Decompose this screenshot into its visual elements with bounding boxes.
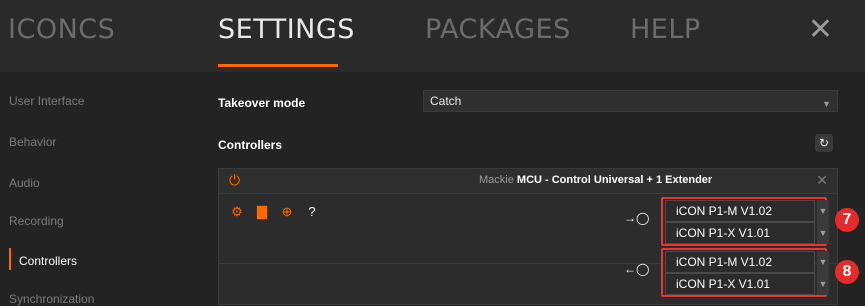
annotation-badge-8: 8 bbox=[835, 260, 859, 284]
speech-bubble-icon[interactable]: ▇ bbox=[253, 204, 271, 220]
tab-help[interactable]: HELP bbox=[630, 14, 701, 45]
midi-out-icon: ←◯ bbox=[624, 262, 650, 276]
chevron-down-icon: ▼ bbox=[817, 251, 829, 273]
controller-title: Mackie MCU - Control Universal + 1 Exten… bbox=[479, 174, 712, 186]
sidebar-item-audio[interactable]: Audio bbox=[9, 176, 40, 190]
crosshair-icon[interactable]: ⊕ bbox=[278, 204, 296, 220]
tab-settings[interactable]: SETTINGS bbox=[218, 14, 355, 45]
controller-model: MCU - Control Universal + 1 Extender bbox=[516, 174, 713, 186]
output-port-value-1: iCON P1-M V1.02 bbox=[676, 255, 773, 269]
help-icon[interactable]: ? bbox=[303, 204, 321, 220]
tab-iconcs[interactable]: ICONCS bbox=[8, 14, 115, 45]
close-icon[interactable]: ✕ bbox=[808, 12, 833, 47]
sidebar-item-recording[interactable]: Recording bbox=[9, 214, 64, 228]
midi-in-icon: →◯ bbox=[624, 211, 650, 225]
output-port-select-2[interactable]: iCON P1-X V1.01 ▼ bbox=[665, 273, 829, 295]
takeover-mode-label: Takeover mode bbox=[218, 96, 306, 110]
close-icon[interactable]: ✕ bbox=[816, 172, 828, 189]
settings-sidebar: User Interface Behavior Audio Recording … bbox=[0, 72, 205, 306]
input-port-select-2[interactable]: iCON P1-X V1.01 ▼ bbox=[665, 222, 829, 244]
chevron-down-icon: ▼ bbox=[817, 222, 829, 244]
chevron-down-icon: ▼ bbox=[817, 200, 829, 222]
controllers-label: Controllers bbox=[218, 138, 283, 152]
tab-packages[interactable]: PACKAGES bbox=[425, 14, 571, 45]
input-port-value-2: iCON P1-X V1.01 bbox=[676, 226, 771, 240]
active-tab-indicator bbox=[218, 64, 338, 67]
sidebar-active-marker bbox=[9, 248, 11, 270]
annotation-badge-7: 7 bbox=[835, 208, 859, 232]
takeover-mode-value: Catch bbox=[430, 94, 462, 108]
output-port-select-1[interactable]: iCON P1-M V1.02 ▼ bbox=[665, 251, 829, 273]
output-port-value-2: iCON P1-X V1.01 bbox=[676, 277, 771, 291]
top-bar: ICONCS SETTINGS PACKAGES HELP ✕ bbox=[0, 0, 865, 72]
gear-icon[interactable]: ⚙ bbox=[228, 204, 246, 220]
controller-panel-header: ⏻ Mackie MCU - Control Universal + 1 Ext… bbox=[219, 169, 837, 194]
input-port-value-1: iCON P1-M V1.02 bbox=[676, 204, 773, 218]
sidebar-item-controllers[interactable]: Controllers bbox=[19, 254, 77, 268]
controller-toolbar: ⚙ ▇ ⊕? bbox=[228, 203, 328, 219]
chevron-down-icon: ▼ bbox=[822, 99, 831, 109]
sidebar-item-user-interface[interactable]: User Interface bbox=[9, 94, 84, 108]
input-port-select-1[interactable]: iCON P1-M V1.02 ▼ bbox=[665, 200, 829, 222]
refresh-icon[interactable]: ↻ bbox=[815, 134, 833, 152]
takeover-mode-select[interactable]: Catch ▼ bbox=[423, 90, 838, 112]
controller-vendor: Mackie bbox=[479, 174, 514, 186]
sidebar-item-behavior[interactable]: Behavior bbox=[9, 135, 56, 149]
chevron-down-icon: ▼ bbox=[817, 273, 829, 295]
power-icon[interactable]: ⏻ bbox=[229, 172, 240, 189]
sidebar-item-synchronization[interactable]: Synchronization bbox=[9, 292, 94, 306]
